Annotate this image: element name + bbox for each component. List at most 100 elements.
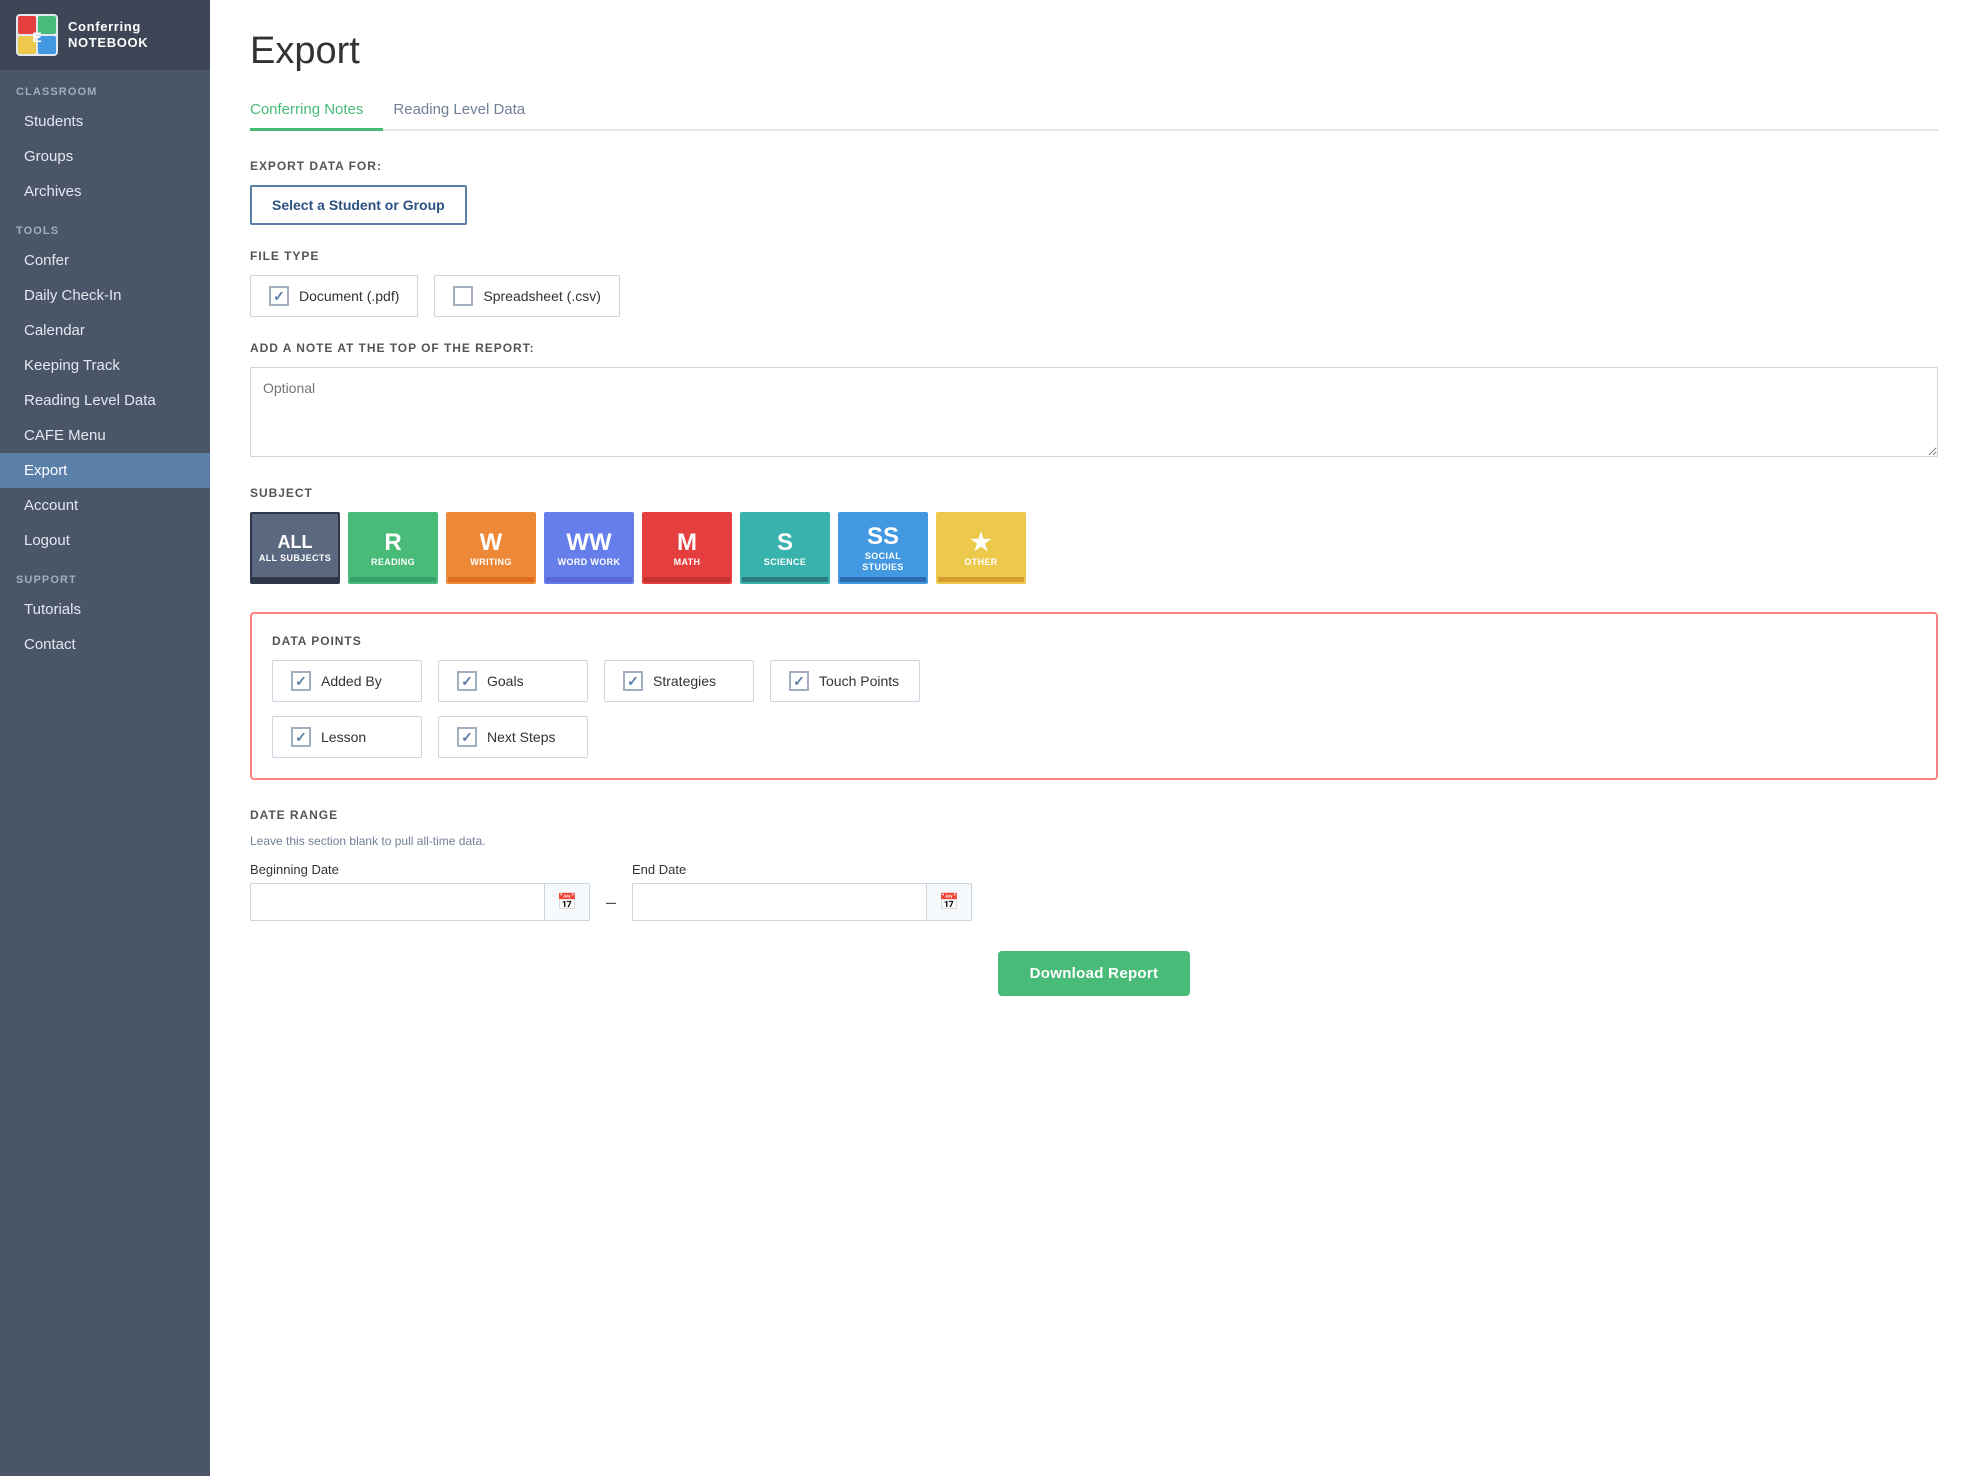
file-type-options: ✓ Document (.pdf) Spreadsheet (.csv) bbox=[250, 275, 1938, 317]
download-section: Download Report bbox=[250, 951, 1938, 996]
data-point-touch-points[interactable]: ✓ Touch Points bbox=[770, 660, 920, 702]
subject-science[interactable]: S SCIENCE bbox=[740, 512, 830, 584]
next-steps-checkbox[interactable]: ✓ bbox=[457, 727, 477, 747]
subject-other-bar bbox=[938, 577, 1024, 582]
tab-reading-level-data[interactable]: Reading Level Data bbox=[393, 93, 545, 131]
sidebar-item-daily-check-in[interactable]: Daily Check-In bbox=[0, 278, 210, 313]
sidebar-item-cafe-menu[interactable]: CAFE Menu bbox=[0, 418, 210, 453]
end-date-group: End Date 📅 bbox=[632, 862, 972, 921]
data-points-section: DATA POINTS ✓ Added By ✓ Goals ✓ bbox=[250, 612, 1938, 780]
sidebar: E Conferring NOTEBOOK CLASSROOM Students… bbox=[0, 0, 210, 1476]
subject-writing-name: WRITING bbox=[470, 557, 512, 568]
strategies-checkbox[interactable]: ✓ bbox=[623, 671, 643, 691]
note-section: ADD A NOTE AT THE TOP OF THE REPORT: bbox=[250, 341, 1938, 462]
added-by-checkmark: ✓ bbox=[295, 673, 307, 690]
date-separator: – bbox=[606, 892, 616, 913]
data-point-lesson[interactable]: ✓ Lesson bbox=[272, 716, 422, 758]
subject-reading-letter: R bbox=[384, 529, 401, 557]
file-type-csv[interactable]: Spreadsheet (.csv) bbox=[434, 275, 620, 317]
select-student-button[interactable]: Select a Student or Group bbox=[250, 185, 467, 225]
file-type-label: FILE TYPE bbox=[250, 249, 1938, 263]
touch-points-checkbox[interactable]: ✓ bbox=[789, 671, 809, 691]
beginning-date-calendar-button[interactable]: 📅 bbox=[544, 884, 589, 920]
strategies-label: Strategies bbox=[653, 673, 716, 689]
date-range-hint: Leave this section blank to pull all-tim… bbox=[250, 834, 1938, 848]
data-point-added-by[interactable]: ✓ Added By bbox=[272, 660, 422, 702]
sidebar-item-logout[interactable]: Logout bbox=[0, 523, 210, 558]
goals-checkmark: ✓ bbox=[461, 673, 473, 690]
file-type-section: FILE TYPE ✓ Document (.pdf) Spreadsheet … bbox=[250, 249, 1938, 317]
download-report-button[interactable]: Download Report bbox=[998, 951, 1191, 996]
goals-checkbox[interactable]: ✓ bbox=[457, 671, 477, 691]
subject-math-bar bbox=[644, 577, 730, 582]
note-label: ADD A NOTE AT THE TOP OF THE REPORT: bbox=[250, 341, 1938, 355]
added-by-label: Added By bbox=[321, 673, 382, 689]
csv-checkbox[interactable] bbox=[453, 286, 473, 306]
sidebar-item-calendar[interactable]: Calendar bbox=[0, 313, 210, 348]
subject-writing-bar bbox=[448, 577, 534, 582]
added-by-checkbox[interactable]: ✓ bbox=[291, 671, 311, 691]
subject-math-letter: M bbox=[677, 529, 697, 557]
sidebar-item-tutorials[interactable]: Tutorials bbox=[0, 592, 210, 627]
subject-wordwork[interactable]: WW WORD WORK bbox=[544, 512, 634, 584]
subject-social-studies-bar bbox=[840, 577, 926, 582]
beginning-date-input[interactable] bbox=[251, 884, 544, 920]
subject-writing[interactable]: W WRITING bbox=[446, 512, 536, 584]
sidebar-item-export[interactable]: Export bbox=[0, 453, 210, 488]
touch-points-label: Touch Points bbox=[819, 673, 899, 689]
sidebar-item-account[interactable]: Account bbox=[0, 488, 210, 523]
end-date-wrapper: 📅 bbox=[632, 883, 972, 921]
date-inputs: Beginning Date 📅 – End Date 📅 bbox=[250, 862, 1938, 921]
sidebar-section-support: SUPPORT bbox=[0, 558, 210, 592]
sidebar-section-tools: TOOLS bbox=[0, 209, 210, 243]
date-range-section: DATE RANGE Leave this section blank to p… bbox=[250, 808, 1938, 921]
pdf-label: Document (.pdf) bbox=[299, 288, 399, 304]
subject-math[interactable]: M MATH bbox=[642, 512, 732, 584]
beginning-date-group: Beginning Date 📅 bbox=[250, 862, 590, 921]
beginning-date-wrapper: 📅 bbox=[250, 883, 590, 921]
sidebar-section-classroom: CLASSROOM bbox=[0, 70, 210, 104]
logo-text: Conferring NOTEBOOK bbox=[68, 19, 148, 50]
sidebar-item-students[interactable]: Students bbox=[0, 104, 210, 139]
subject-social-studies-letter: SS bbox=[867, 523, 899, 551]
subject-math-name: MATH bbox=[674, 557, 701, 568]
subject-label: SUBJECT bbox=[250, 486, 1938, 500]
pdf-checkbox[interactable]: ✓ bbox=[269, 286, 289, 306]
subject-science-letter: S bbox=[777, 529, 793, 557]
end-date-input[interactable] bbox=[633, 884, 926, 920]
subject-reading-name: READING bbox=[371, 557, 415, 568]
data-points-row-2: ✓ Lesson ✓ Next Steps bbox=[272, 716, 1916, 758]
tab-conferring-notes[interactable]: Conferring Notes bbox=[250, 93, 383, 131]
lesson-checkbox[interactable]: ✓ bbox=[291, 727, 311, 747]
data-point-strategies[interactable]: ✓ Strategies bbox=[604, 660, 754, 702]
subject-social-studies[interactable]: SS SOCIALSTUDIES bbox=[838, 512, 928, 584]
sidebar-item-archives[interactable]: Archives bbox=[0, 174, 210, 209]
data-point-goals[interactable]: ✓ Goals bbox=[438, 660, 588, 702]
subject-all[interactable]: ALL ALL SUBJECTS bbox=[250, 512, 340, 584]
subject-section: SUBJECT ALL ALL SUBJECTS R READING W WRI… bbox=[250, 486, 1938, 584]
sidebar-item-groups[interactable]: Groups bbox=[0, 139, 210, 174]
data-point-next-steps[interactable]: ✓ Next Steps bbox=[438, 716, 588, 758]
subject-wordwork-bar bbox=[546, 577, 632, 582]
subject-all-letter: ALL bbox=[278, 532, 313, 553]
subject-social-studies-name: SOCIALSTUDIES bbox=[862, 551, 904, 573]
subject-science-name: SCIENCE bbox=[764, 557, 807, 568]
subject-all-name: ALL SUBJECTS bbox=[259, 553, 331, 564]
sidebar-item-contact[interactable]: Contact bbox=[0, 627, 210, 662]
file-type-pdf[interactable]: ✓ Document (.pdf) bbox=[250, 275, 418, 317]
pdf-checkmark: ✓ bbox=[273, 288, 285, 305]
sidebar-item-confer[interactable]: Confer bbox=[0, 243, 210, 278]
next-steps-label: Next Steps bbox=[487, 729, 555, 745]
beginning-date-label: Beginning Date bbox=[250, 862, 590, 877]
subject-other-name: OTHER bbox=[964, 557, 997, 568]
end-date-label: End Date bbox=[632, 862, 972, 877]
note-textarea[interactable] bbox=[250, 367, 1938, 457]
sidebar-item-keeping-track[interactable]: Keeping Track bbox=[0, 348, 210, 383]
subject-other[interactable]: ★ OTHER bbox=[936, 512, 1026, 584]
subject-reading-bar bbox=[350, 577, 436, 582]
sidebar-item-reading-level-data[interactable]: Reading Level Data bbox=[0, 383, 210, 418]
page-title: Export bbox=[250, 30, 1938, 73]
end-date-calendar-button[interactable]: 📅 bbox=[926, 884, 971, 920]
subject-reading[interactable]: R READING bbox=[348, 512, 438, 584]
logo: E Conferring NOTEBOOK bbox=[0, 0, 210, 70]
